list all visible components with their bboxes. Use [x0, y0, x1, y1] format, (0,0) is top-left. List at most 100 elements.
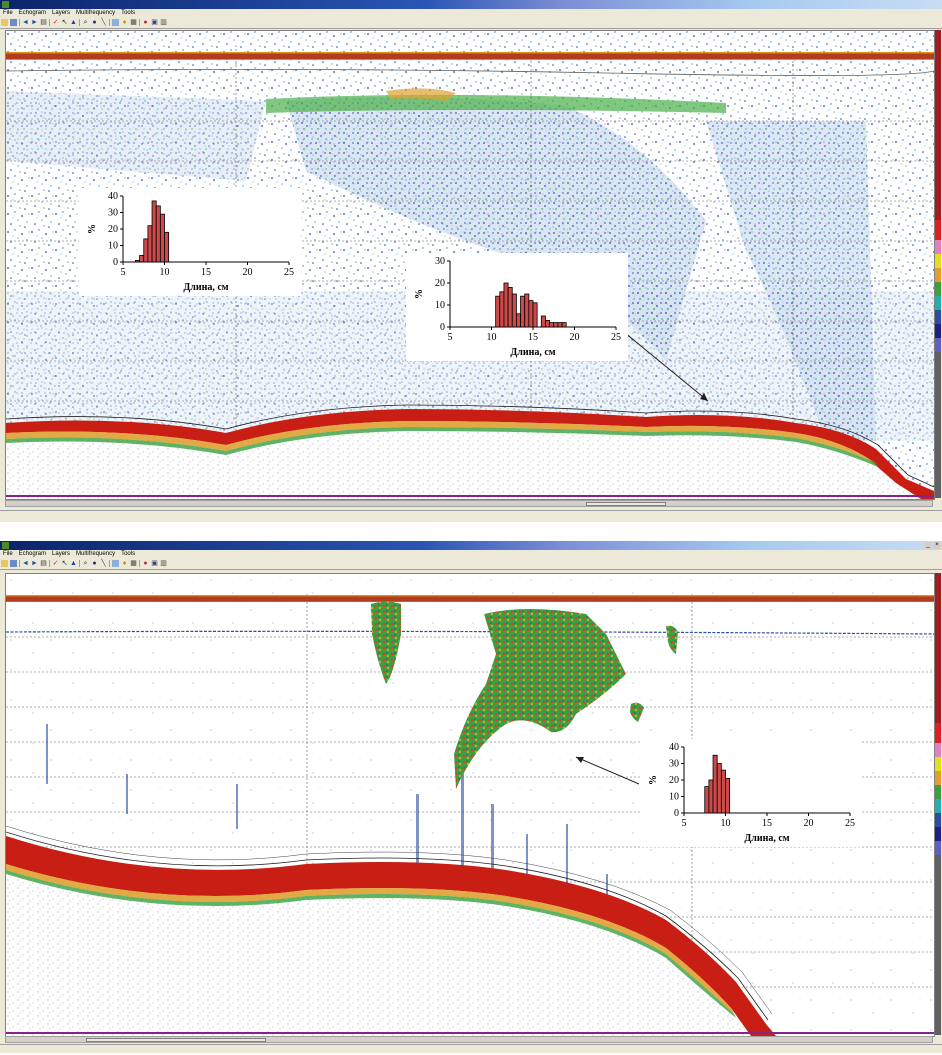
x-tick-label: 15 — [201, 267, 211, 278]
minimize-icon[interactable]: _ — [924, 542, 932, 549]
back-icon[interactable]: ◄ — [22, 560, 29, 567]
x-tick-label: 25 — [611, 332, 621, 343]
y-tick-label: 10 — [669, 792, 679, 803]
check-icon[interactable]: ✓ — [52, 19, 59, 26]
y-tick-label: 0 — [113, 257, 118, 268]
horizontal-scrollbar[interactable] — [5, 500, 933, 507]
x-tick-label: 10 — [487, 332, 497, 343]
x-tick-label: 10 — [160, 267, 170, 278]
print-icon[interactable]: ▤ — [40, 560, 47, 567]
x-tick-label: 25 — [845, 818, 855, 829]
save-icon[interactable] — [10, 560, 17, 567]
toolbar-separator — [139, 19, 140, 26]
grid-icon[interactable] — [112, 19, 119, 26]
menu-multifrequency[interactable]: Multifrequency — [73, 9, 118, 18]
forward-icon[interactable]: ► — [31, 560, 38, 567]
globe-icon[interactable]: ● — [91, 560, 98, 567]
histogram-bar — [708, 779, 714, 814]
histogram-bar — [143, 238, 149, 263]
bulb-icon[interactable]: ♦ — [121, 19, 128, 26]
window-title-bar[interactable] — [0, 0, 942, 9]
open-icon[interactable] — [1, 19, 8, 26]
y-axis-title: % — [414, 289, 425, 299]
toolbar-separator — [109, 560, 110, 567]
window-icon[interactable]: ▣ — [151, 19, 158, 26]
x-tick-label: 5 — [682, 818, 687, 829]
histogram-bar — [557, 322, 563, 328]
window-icon[interactable]: ▣ — [151, 560, 158, 567]
x-tick-label: 20 — [570, 332, 580, 343]
settings-icon[interactable]: ▥ — [160, 560, 167, 567]
menu-tools[interactable]: Tools — [118, 550, 138, 559]
close-icon[interactable]: × — [933, 542, 941, 549]
histogram-bar — [159, 213, 165, 263]
menu-file[interactable]: File — [0, 550, 16, 559]
back-icon[interactable]: ◄ — [22, 19, 29, 26]
y-axis-title: % — [87, 224, 98, 234]
menu-file[interactable]: File — [0, 9, 16, 18]
zoom-icon[interactable]: ⌕ — [82, 560, 89, 567]
histogram-bar — [511, 293, 517, 328]
window-controls: _ × — [923, 542, 941, 549]
horizontal-scrollbar[interactable] — [5, 1036, 933, 1043]
record-icon[interactable]: ● — [142, 19, 149, 26]
menu-echogram[interactable]: Echogram — [16, 9, 49, 18]
table-icon[interactable]: ▦ — [130, 560, 137, 567]
x-tick-label: 15 — [528, 332, 538, 343]
x-axis-title: Длина, см — [510, 347, 555, 358]
echogram-panel[interactable]: 0 10 20 30 40 5 10 15 20 25 Длина, см% — [5, 573, 935, 1037]
check-icon[interactable]: ✓ — [52, 560, 59, 567]
mountain-icon[interactable]: ▲ — [70, 560, 77, 567]
x-tick-label: 20 — [804, 818, 814, 829]
histogram-bar — [528, 300, 534, 328]
histogram-bar — [151, 200, 157, 263]
bulb-icon[interactable]: ♦ — [121, 560, 128, 567]
x-tick-label: 25 — [284, 267, 294, 278]
y-tick-label: 40 — [669, 742, 679, 753]
x-axis-title: Длина, см — [183, 282, 228, 293]
scrollbar-thumb[interactable] — [586, 502, 666, 506]
color-scale-bar — [935, 573, 941, 1035]
histogram-bar — [164, 231, 170, 263]
line-tool-icon[interactable]: ╲ — [100, 560, 107, 567]
forward-icon[interactable]: ► — [31, 19, 38, 26]
length-histogram-inset-2: 0 10 20 30 5 10 15 20 25 Длина, см% — [406, 253, 628, 361]
echogram-panel[interactable]: 0 10 20 30 40 5 10 15 20 25 Длина, см% 0 10 20 30 5 10 1… — [5, 30, 935, 500]
y-axis-title: % — [648, 775, 659, 785]
y-tick-label: 30 — [669, 759, 679, 770]
zoom-icon[interactable]: ⌕ — [82, 19, 89, 26]
menu-tools[interactable]: Tools — [118, 9, 138, 18]
histogram-bar — [553, 322, 559, 328]
globe-icon[interactable]: ● — [91, 19, 98, 26]
color-scale-bar — [935, 30, 941, 498]
mountain-icon[interactable]: ▲ — [70, 19, 77, 26]
y-tick-label: 20 — [435, 278, 445, 289]
menu-echogram[interactable]: Echogram — [16, 550, 49, 559]
y-tick-label: 30 — [108, 208, 118, 219]
menu-layers[interactable]: Layers — [49, 550, 73, 559]
histogram-bar — [147, 225, 153, 263]
settings-icon[interactable]: ▥ — [160, 19, 167, 26]
pointer-icon[interactable]: ↖ — [61, 19, 68, 26]
print-icon[interactable]: ▤ — [40, 19, 47, 26]
histogram-bar — [540, 315, 546, 328]
menu-layers[interactable]: Layers — [49, 9, 73, 18]
grid-icon[interactable] — [112, 560, 119, 567]
record-icon[interactable]: ● — [142, 560, 149, 567]
table-icon[interactable]: ▦ — [130, 19, 137, 26]
histogram-bar — [549, 322, 555, 328]
toolbar-separator — [109, 19, 110, 26]
toolbar-separator — [49, 19, 50, 26]
menu-multifrequency[interactable]: Multifrequency — [73, 550, 118, 559]
open-icon[interactable] — [1, 560, 8, 567]
save-icon[interactable] — [10, 19, 17, 26]
scrollbar-thumb[interactable] — [86, 1038, 266, 1042]
window-title-bar[interactable]: _ × — [0, 541, 942, 550]
app-icon — [2, 542, 9, 549]
pointer-icon[interactable]: ↖ — [61, 560, 68, 567]
y-tick-label: 0 — [440, 322, 445, 333]
line-tool-icon[interactable]: ╲ — [100, 19, 107, 26]
histogram-bar — [725, 777, 731, 814]
histogram-bar — [139, 255, 145, 263]
toolbar-separator — [139, 560, 140, 567]
